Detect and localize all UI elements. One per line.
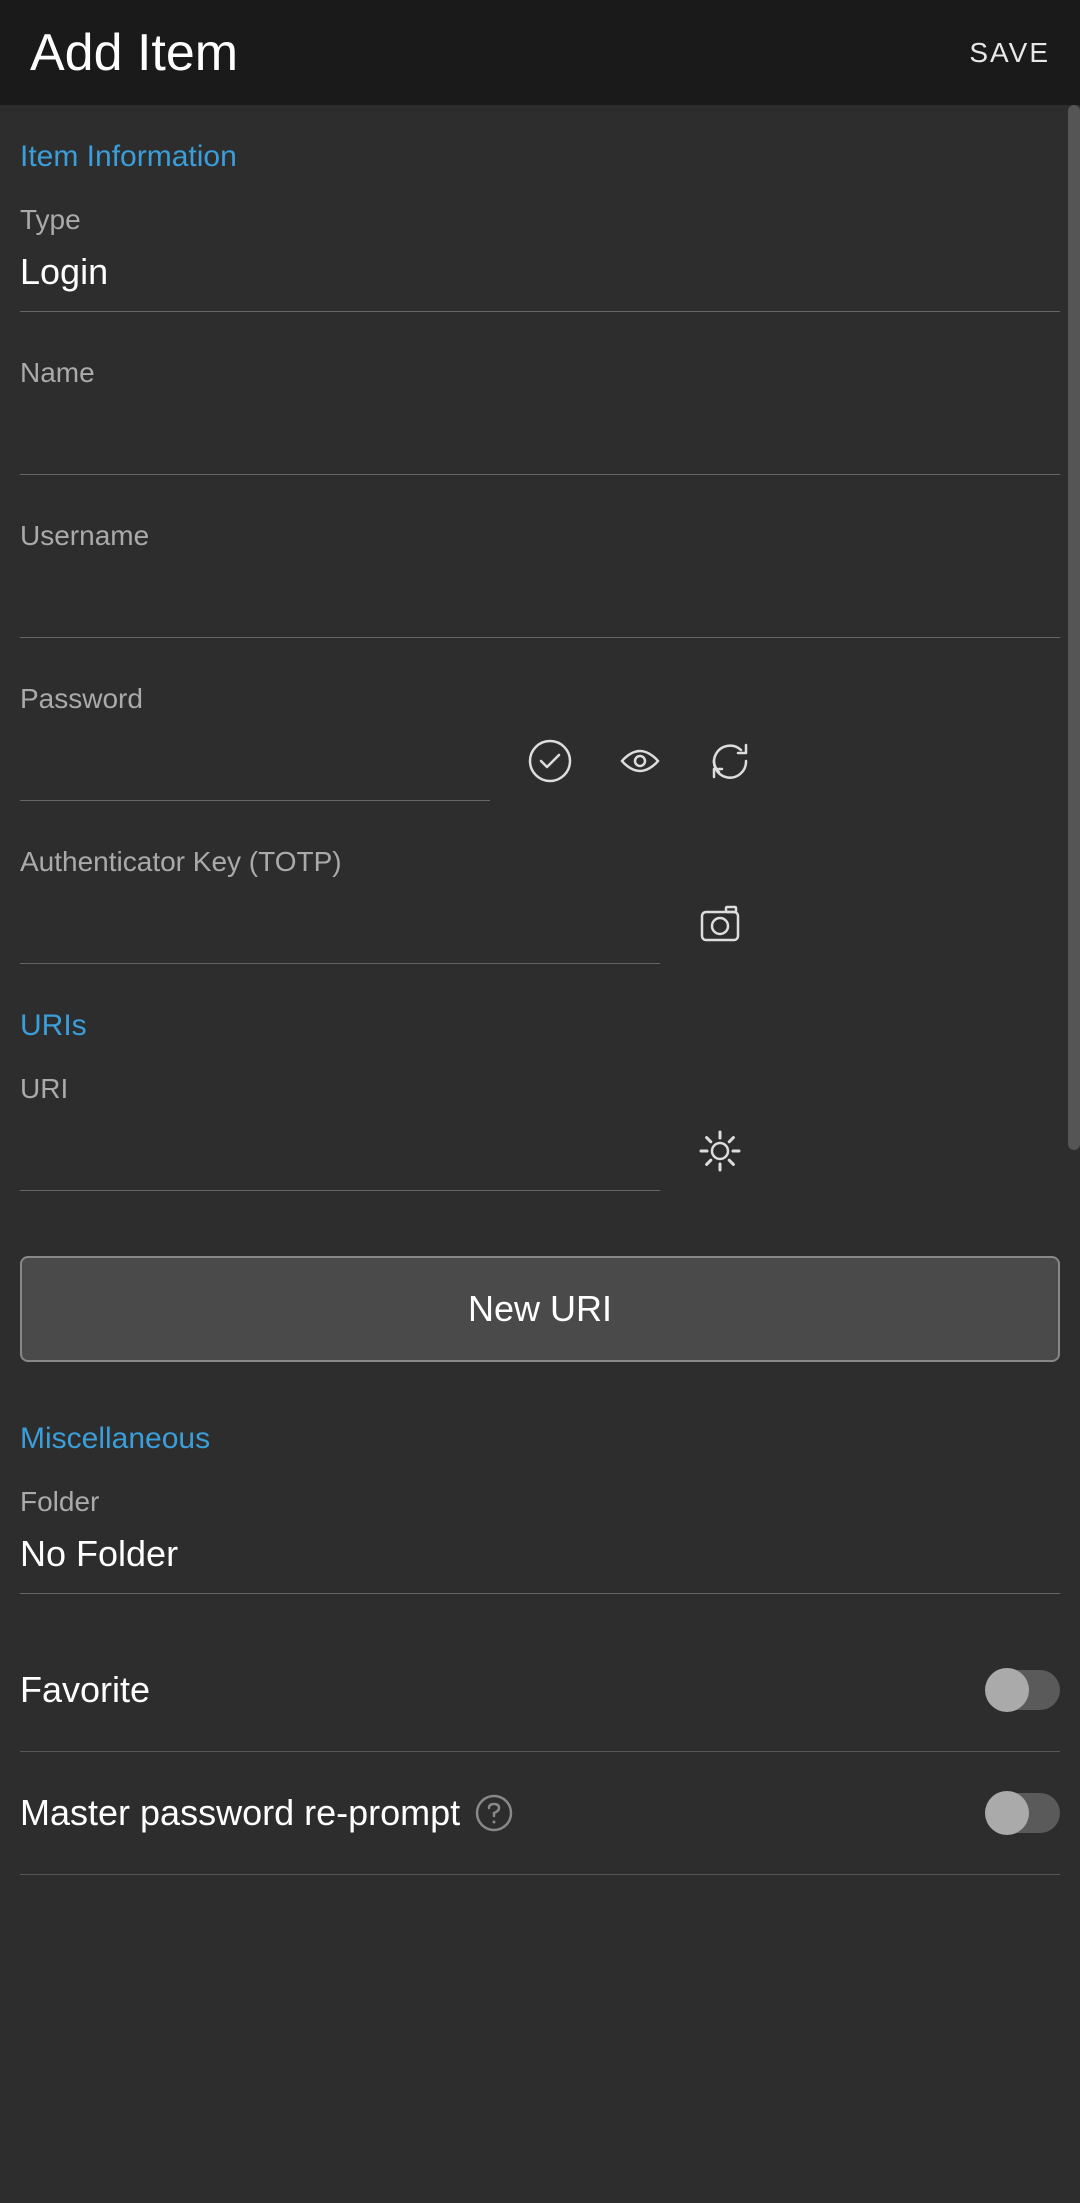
master-prompt-row: Master password re-prompt — [20, 1762, 1060, 1864]
save-button[interactable]: SAVE — [969, 37, 1050, 69]
uri-field-group: URI — [20, 1073, 1060, 1191]
divider — [20, 1751, 1060, 1752]
master-prompt-label: Master password re-prompt — [20, 1792, 513, 1834]
name-label: Name — [20, 357, 1060, 389]
totp-input[interactable] — [20, 893, 660, 964]
page-title: Add Item — [30, 23, 238, 83]
favorite-toggle[interactable] — [988, 1670, 1060, 1710]
folder-value: No Folder — [20, 1533, 1060, 1593]
section-uris: URIs — [20, 1009, 1060, 1043]
content: Item Information Type Login Name Usernam… — [0, 105, 1080, 1875]
camera-icon — [696, 900, 744, 948]
password-label: Password — [20, 683, 1060, 715]
header: Add Item SAVE — [0, 0, 1080, 105]
type-field[interactable]: Type Login — [20, 204, 1060, 312]
totp-field-group: Authenticator Key (TOTP) — [20, 846, 1060, 964]
generate-password-button[interactable] — [700, 731, 760, 791]
type-value: Login — [20, 251, 1060, 311]
new-uri-button[interactable]: New URI — [20, 1256, 1060, 1362]
uri-label: URI — [20, 1073, 1060, 1105]
name-field-group: Name — [20, 357, 1060, 475]
master-prompt-toggle[interactable] — [988, 1793, 1060, 1833]
name-input[interactable] — [20, 404, 1060, 475]
type-label: Type — [20, 204, 1060, 236]
section-miscellaneous: Miscellaneous — [20, 1422, 1060, 1456]
toggle-visibility-button[interactable] — [610, 731, 670, 791]
favorite-row: Favorite — [20, 1639, 1060, 1741]
scrollbar[interactable] — [1068, 105, 1080, 1150]
favorite-label: Favorite — [20, 1669, 150, 1711]
scan-qr-button[interactable] — [690, 894, 750, 954]
username-input[interactable] — [20, 567, 1060, 638]
eye-icon — [616, 737, 664, 785]
section-item-information: Item Information — [20, 140, 1060, 174]
uri-settings-button[interactable] — [690, 1121, 750, 1181]
check-password-button[interactable] — [520, 731, 580, 791]
folder-label: Folder — [20, 1486, 1060, 1518]
password-input[interactable] — [20, 730, 490, 801]
help-icon[interactable] — [475, 1794, 513, 1832]
toggle-knob — [985, 1668, 1029, 1712]
gear-icon — [697, 1128, 743, 1174]
master-prompt-text: Master password re-prompt — [20, 1792, 460, 1834]
totp-label: Authenticator Key (TOTP) — [20, 846, 1060, 878]
uri-input[interactable] — [20, 1120, 660, 1191]
password-field-group: Password — [20, 683, 1060, 801]
divider — [20, 1874, 1060, 1875]
toggle-knob — [985, 1791, 1029, 1835]
folder-field[interactable]: Folder No Folder — [20, 1486, 1060, 1594]
check-circle-icon — [528, 739, 572, 783]
username-field-group: Username — [20, 520, 1060, 638]
username-label: Username — [20, 520, 1060, 552]
refresh-icon — [708, 739, 752, 783]
